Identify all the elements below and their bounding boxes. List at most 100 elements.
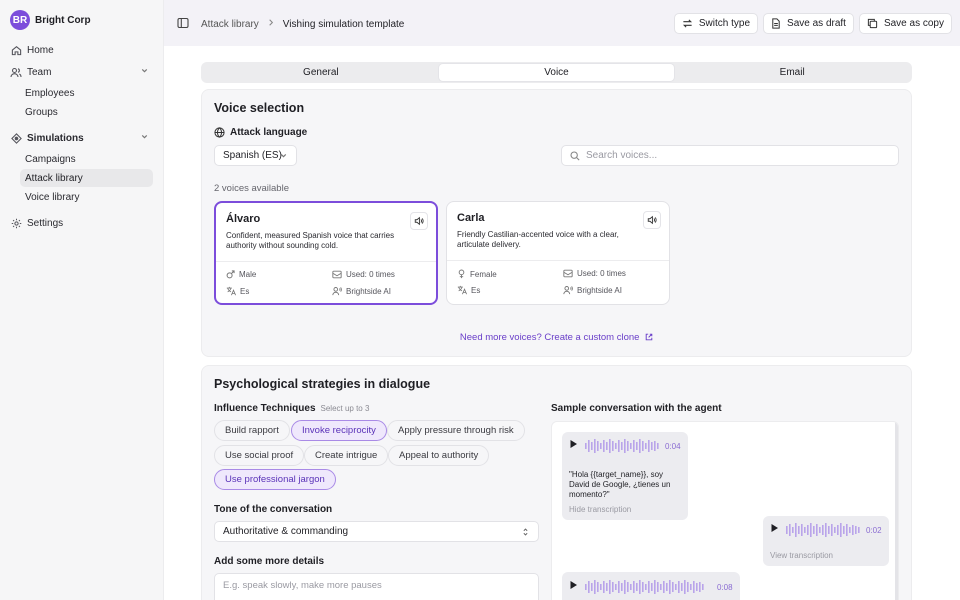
chip-create-intrigue[interactable]: Create intrigue bbox=[304, 445, 389, 466]
voice-search-input[interactable] bbox=[586, 150, 886, 161]
nav-simulations-label: Simulations bbox=[27, 132, 84, 144]
influence-label: Influence Techniques Select up to 3 bbox=[214, 403, 369, 414]
agent-message: 0:08 bbox=[562, 572, 740, 600]
nav-home[interactable]: Home bbox=[6, 40, 153, 60]
nav-home-label: Home bbox=[27, 44, 54, 56]
target-message: 0:02 View transcription bbox=[763, 516, 889, 566]
voice-language: Es bbox=[226, 286, 249, 296]
chevron-right-icon bbox=[267, 18, 275, 30]
copy-icon bbox=[867, 18, 878, 29]
save-copy-button[interactable]: Save as copy bbox=[858, 13, 952, 34]
agent-message: 0:04 "Hola {{target_name}}, soy David de… bbox=[562, 432, 688, 520]
voice-usage: Used: 0 times bbox=[563, 269, 626, 278]
usage-icon bbox=[563, 269, 573, 278]
voice-provider-text: Brightside AI bbox=[346, 286, 391, 296]
voice-usage-text: Used: 0 times bbox=[577, 269, 626, 278]
workspace-name: Bright Corp bbox=[35, 14, 91, 26]
message-duration: 0:04 bbox=[665, 442, 681, 451]
voice-provider: Brightside AI bbox=[332, 286, 391, 296]
language-select-value: Spanish (ES) bbox=[223, 150, 282, 161]
attack-language-label: Attack language bbox=[214, 127, 307, 138]
chip-appeal-authority[interactable]: Appeal to authority bbox=[388, 445, 490, 466]
tone-select[interactable]: Authoritative & commanding bbox=[214, 521, 539, 542]
chevron-up-down-icon bbox=[521, 527, 530, 540]
external-link-icon bbox=[645, 333, 653, 344]
translate-icon bbox=[226, 286, 236, 296]
globe-icon bbox=[214, 127, 225, 138]
play-icon[interactable] bbox=[569, 439, 578, 449]
voice-language-text: Es bbox=[471, 285, 481, 295]
voice-card-alvaro[interactable]: Álvaro Confident, measured Spanish voice… bbox=[214, 201, 438, 305]
play-preview-button[interactable] bbox=[643, 211, 661, 229]
tab-email[interactable]: Email bbox=[674, 64, 910, 81]
template-tabs: General Voice Email bbox=[201, 62, 912, 83]
save-draft-label: Save as draft bbox=[787, 18, 846, 29]
waveform bbox=[786, 523, 860, 537]
gear-icon bbox=[10, 217, 22, 229]
search-icon bbox=[570, 150, 580, 161]
chip-social-proof[interactable]: Use social proof bbox=[214, 445, 305, 466]
hide-transcription-link[interactable]: Hide transcription bbox=[569, 505, 631, 514]
home-icon bbox=[10, 44, 22, 56]
tab-voice[interactable]: Voice bbox=[438, 64, 675, 81]
sample-conversation-label: Sample conversation with the agent bbox=[551, 403, 722, 414]
save-draft-button[interactable]: Save as draft bbox=[763, 13, 854, 34]
sidebar: BR Bright Corp Home Team Employees Group… bbox=[0, 0, 163, 600]
nav-attack-library[interactable]: Attack library bbox=[20, 169, 153, 187]
chip-invoke-reciprocity[interactable]: Invoke reciprocity bbox=[291, 420, 387, 441]
play-icon[interactable] bbox=[569, 580, 578, 590]
nav-team[interactable]: Team bbox=[6, 62, 153, 82]
nav-settings[interactable]: Settings bbox=[6, 213, 153, 233]
nav-team-label: Team bbox=[27, 66, 52, 78]
simulations-icon bbox=[10, 132, 22, 144]
breadcrumb-current: Vishing simulation template bbox=[282, 18, 405, 30]
nav-voice-library[interactable]: Voice library bbox=[20, 188, 153, 206]
details-input[interactable] bbox=[214, 573, 539, 600]
voice-language: Es bbox=[457, 285, 480, 295]
chip-apply-pressure[interactable]: Apply pressure through risk bbox=[387, 420, 525, 441]
voice-gender-text: Male bbox=[239, 270, 257, 279]
voice-usage: Used: 0 times bbox=[332, 270, 395, 279]
main-content: Attack library Vishing simulation templa… bbox=[163, 0, 960, 600]
workspace-switcher[interactable]: BR Bright Corp bbox=[10, 10, 91, 30]
divider bbox=[216, 261, 436, 262]
voice-selection-card: Voice selection Attack language Spanish … bbox=[201, 89, 912, 357]
voice-search[interactable] bbox=[561, 145, 899, 166]
switch-type-label: Switch type bbox=[698, 18, 751, 29]
users-icon bbox=[10, 66, 22, 78]
chevron-down-icon bbox=[140, 132, 149, 144]
voice-description: Friendly Castilian-accented voice with a… bbox=[457, 230, 619, 249]
voice-name: Álvaro bbox=[226, 213, 261, 225]
nav-simulations[interactable]: Simulations bbox=[6, 128, 153, 148]
scrollbar[interactable] bbox=[895, 422, 898, 600]
nav-settings-label: Settings bbox=[27, 217, 64, 229]
psych-title: Psychological strategies in dialogue bbox=[214, 377, 431, 391]
nav-groups[interactable]: Groups bbox=[20, 103, 153, 121]
influence-hint: Select up to 3 bbox=[320, 404, 370, 413]
chevron-down-icon bbox=[279, 151, 288, 163]
custom-clone-text: Need more voices? Create a custom clone bbox=[459, 332, 640, 343]
play-preview-button[interactable] bbox=[410, 212, 428, 230]
chip-professional-jargon[interactable]: Use professional jargon bbox=[214, 469, 336, 490]
voice-provider: Brightside AI bbox=[563, 285, 622, 295]
chip-build-rapport[interactable]: Build rapport bbox=[214, 420, 290, 441]
custom-clone-link[interactable]: Need more voices? Create a custom clone bbox=[202, 332, 911, 344]
play-icon[interactable] bbox=[770, 523, 779, 533]
view-transcription-link[interactable]: View transcription bbox=[770, 551, 833, 560]
speaker-icon bbox=[647, 215, 657, 225]
sidebar-toggle-icon[interactable] bbox=[177, 17, 189, 32]
message-duration: 0:02 bbox=[866, 526, 882, 535]
message-transcript: "Hola {{target_name}}, soy David de Goog… bbox=[569, 470, 671, 499]
breadcrumb-parent[interactable]: Attack library bbox=[201, 19, 259, 30]
top-bar: Attack library Vishing simulation templa… bbox=[164, 0, 960, 46]
main-nav: Home Team Employees Groups Simulations C… bbox=[0, 40, 163, 235]
nav-employees[interactable]: Employees bbox=[20, 84, 153, 102]
tone-select-value: Authoritative & commanding bbox=[223, 526, 349, 537]
voice-card-carla[interactable]: Carla Friendly Castilian-accented voice … bbox=[446, 201, 670, 305]
tab-general[interactable]: General bbox=[203, 64, 439, 81]
swap-icon bbox=[682, 18, 693, 29]
divider bbox=[447, 260, 669, 261]
nav-campaigns[interactable]: Campaigns bbox=[20, 150, 153, 168]
language-select[interactable]: Spanish (ES) bbox=[214, 145, 297, 166]
switch-type-button[interactable]: Switch type bbox=[673, 13, 759, 34]
